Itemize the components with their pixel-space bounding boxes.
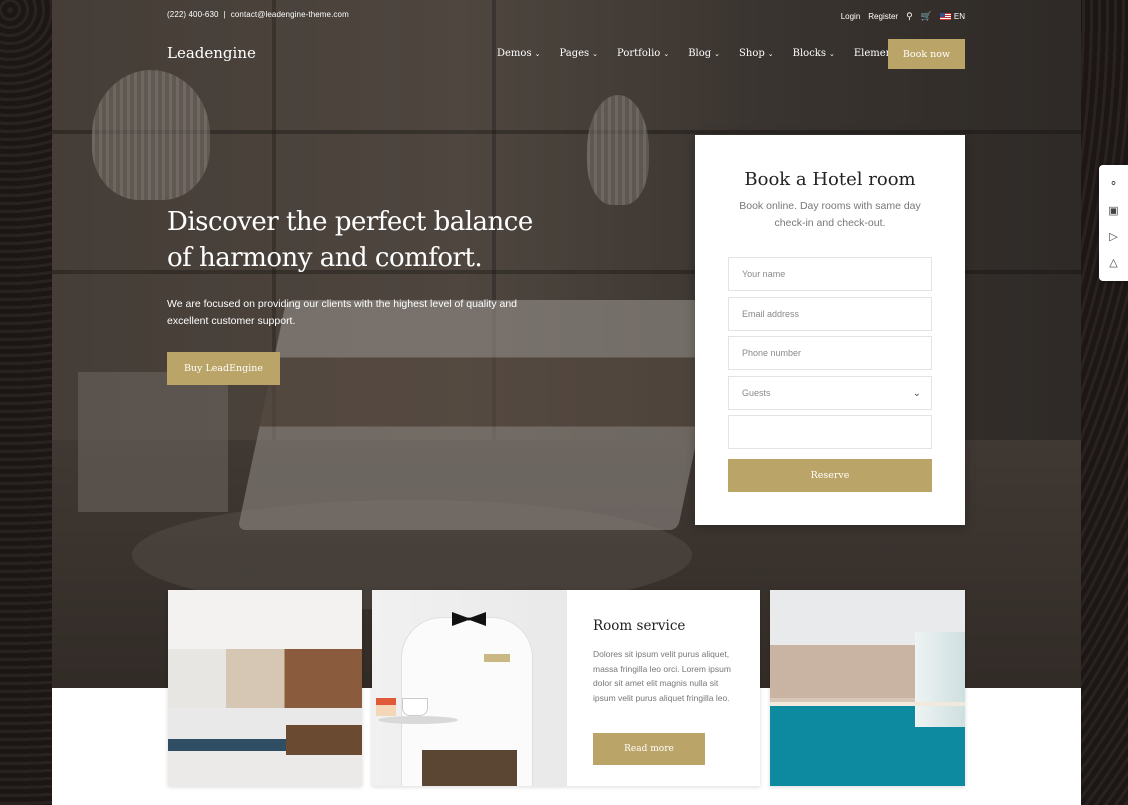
phone-input[interactable]: Phone number <box>728 336 932 370</box>
cart-icon[interactable]: 🛒 <box>921 11 932 22</box>
cake <box>376 698 396 716</box>
chevron-down-icon: ⌄ <box>592 50 599 58</box>
read-more-button[interactable]: Read more <box>593 733 705 765</box>
nav-item-blog[interactable]: Blog ⌄ <box>688 48 720 59</box>
coffee-cup <box>402 698 428 716</box>
flask-icon[interactable]: △ <box>1099 256 1128 269</box>
nav-label: Demos <box>497 48 532 59</box>
nav-item-portfolio[interactable]: Portfolio ⌄ <box>617 48 669 59</box>
chevron-down-icon: ⌄ <box>663 50 670 58</box>
extra-input[interactable] <box>728 415 932 449</box>
chevron-down-icon: ⌄ <box>714 50 721 58</box>
site-logo[interactable]: Leadengine <box>167 44 256 62</box>
phone-number[interactable]: (222) 400-630 <box>167 10 219 19</box>
language-label: EN <box>953 12 965 21</box>
waiter-image <box>372 590 567 786</box>
pool-window <box>915 632 965 727</box>
nav-label: Pages <box>559 48 590 59</box>
us-flag-icon <box>939 13 951 21</box>
chat-icon[interactable]: ⚬ <box>1099 177 1128 190</box>
lobby-table-image <box>286 725 362 755</box>
email-input[interactable]: Email address <box>728 297 932 331</box>
booking-form-card: Book a Hotel room Book online. Day rooms… <box>695 135 965 525</box>
booking-title: Book a Hotel room <box>744 169 916 190</box>
name-input[interactable]: Your name <box>728 257 932 291</box>
guests-select-value: Guests <box>742 388 771 398</box>
chevron-down-icon: ⌄ <box>767 50 774 58</box>
chevron-down-icon: ⌄ <box>912 388 921 399</box>
guests-select[interactable]: Guests ⌄ <box>728 376 932 410</box>
nav-label: Portfolio <box>617 48 661 59</box>
nav-item-blocks[interactable]: Blocks ⌄ <box>793 48 835 59</box>
account-links: Login Register ⚲ 🛒 EN <box>841 11 965 22</box>
nav-item-pages[interactable]: Pages ⌄ <box>559 48 598 59</box>
name-badge <box>484 654 510 662</box>
booking-subtitle: Book online. Day rooms with same day che… <box>739 200 921 229</box>
reserve-button[interactable]: Reserve <box>728 459 932 492</box>
search-icon[interactable]: ⚲ <box>906 11 913 22</box>
contact-bar: (222) 400-630 | contact@leadengine-theme.c… <box>167 10 349 19</box>
hero-headline: Discover the perfect balance of harmony … <box>167 207 533 273</box>
nav-label: Blog <box>688 48 712 59</box>
room-service-title: Room service <box>593 618 686 634</box>
chevron-down-icon: ⌄ <box>828 50 835 58</box>
main-nav: Demos ⌄ Pages ⌄ Portfolio ⌄ Blog ⌄ Shop ⌄ Blo… <box>497 48 929 59</box>
separator: | <box>223 10 226 19</box>
register-link[interactable]: Register <box>868 12 898 21</box>
pool-image-tile <box>770 590 965 786</box>
apron <box>422 750 517 786</box>
chevron-down-icon: ⌄ <box>534 50 541 58</box>
email-link[interactable]: contact@leadengine-theme.com <box>231 10 349 19</box>
play-icon[interactable]: ▷ <box>1099 230 1128 243</box>
tray <box>378 716 458 724</box>
pool-edge <box>770 702 965 706</box>
nav-label: Blocks <box>792 48 826 59</box>
buy-leadengine-button[interactable]: Buy LeadEngine <box>167 352 280 385</box>
nav-label: Shop <box>739 48 765 59</box>
site: (222) 400-630 | contact@leadengine-theme.c… <box>52 0 1081 805</box>
book-icon[interactable]: ▣ <box>1099 204 1128 217</box>
nav-item-demos[interactable]: Demos ⌄ <box>497 48 540 59</box>
nav-item-shop[interactable]: Shop ⌄ <box>739 48 774 59</box>
login-link[interactable]: Login <box>841 12 861 21</box>
book-now-button[interactable]: Book now <box>888 39 965 69</box>
room-service-text: Dolores sit ipsum velit purus aliquet, m… <box>593 649 731 703</box>
room-service-tile: Room service Dolores sit ipsum velit pur… <box>372 590 760 786</box>
language-selector[interactable]: EN <box>939 12 965 21</box>
hero-lead-text: We are focused on providing our clients … <box>167 298 518 327</box>
floating-sidebar: ⚬ ▣ ▷ △ <box>1099 165 1128 281</box>
lobby-image-tile <box>168 590 362 786</box>
browser-page: (222) 400-630 | contact@leadengine-theme.c… <box>0 0 1128 805</box>
